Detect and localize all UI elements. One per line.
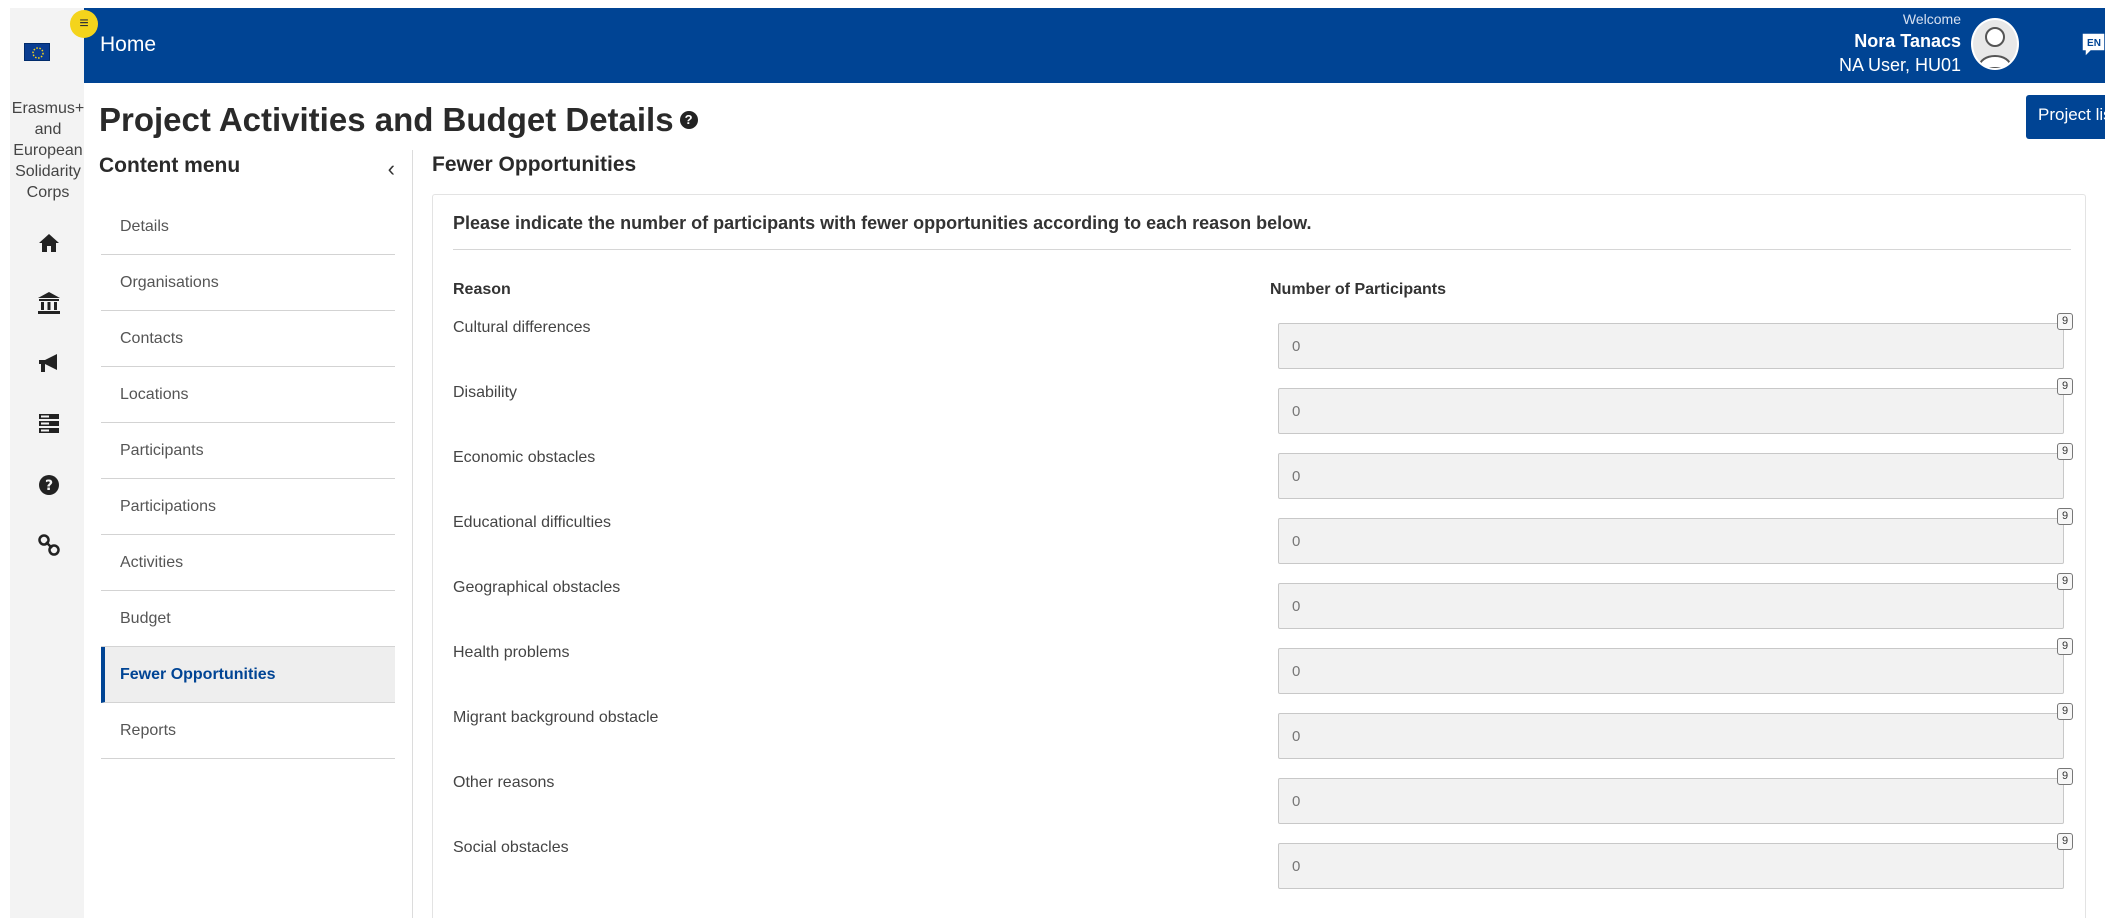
svg-text:?: ? [45,478,53,494]
reason-label: Economic obstacles [453,449,596,466]
field-badge: 9 [2057,703,2073,720]
link-icon[interactable] [34,530,64,560]
field-badge: 9 [2057,443,2073,460]
brand-line: Solidarity [15,163,81,180]
participants-input[interactable] [1278,778,2064,824]
field-badge: 9 [2057,768,2073,785]
brand-line: Erasmus+ [11,100,85,117]
reason-label: Migrant background obstacle [453,709,659,726]
participants-input[interactable] [1278,583,2064,629]
reason-label: Health problems [453,644,570,661]
reason-label: Cultural differences [453,319,591,336]
content-menu-item-reports[interactable]: Reports [101,703,395,759]
field-badge: 9 [2057,313,2073,330]
chevron-left-icon[interactable]: ‹ [388,156,395,182]
content-menu-divider [412,150,413,918]
reason-label: Educational difficulties [453,514,612,531]
section-title: Fewer Opportunities [432,153,637,176]
reason-label: Other reasons [453,774,555,791]
participants-input[interactable] [1278,648,2064,694]
rail-brand: Erasmus+ and European Solidarity Corps [10,98,86,203]
content-menu-item-details[interactable]: Details [101,199,395,255]
reason-row: Economic obstacles 9 [453,443,2073,514]
reason-label: Geographical obstacles [453,579,621,596]
brand-line: European [13,142,83,159]
user-org: NA User, HU01 [1838,55,1961,75]
participants-input[interactable] [1278,843,2064,889]
top-bar: Home Welcome Nora Tanacs NA User, HU01 E… [84,8,2105,83]
content-menu-item-budget[interactable]: Budget [101,591,395,647]
home-link[interactable]: Home [100,33,156,57]
language-bubble-icon: EN [2081,32,2105,59]
reason-row: Educational difficulties 9 [453,508,2073,579]
language-code: EN [2087,38,2101,49]
field-badge: 9 [2057,508,2073,525]
content-menu-item-participations[interactable]: Participations [101,479,395,535]
participants-input[interactable] [1278,323,2064,369]
field-badge: 9 [2057,573,2073,590]
welcome-text: Welcome [1902,11,1961,27]
database-icon[interactable] [34,409,64,439]
divider [453,249,2071,250]
hamburger-icon: ≡ [79,15,89,32]
content-menu-item-fewer-opportunities[interactable]: Fewer Opportunities [101,647,395,703]
brand-line: and [34,121,62,138]
help-icon[interactable]: ? [34,470,64,500]
content-menu-item-activities[interactable]: Activities [101,535,395,591]
menu-toggle-button[interactable]: ≡ [70,10,98,38]
user-name[interactable]: Nora Tanacs [1854,31,1961,52]
project-list-button[interactable]: Project list [2026,95,2105,139]
reason-row: Other reasons 9 [453,768,2073,839]
content-menu-title: Content menu [99,154,241,177]
content-menu-item-contacts[interactable]: Contacts [101,311,395,367]
megaphone-icon[interactable] [34,348,64,378]
question-circle-icon[interactable]: ? [679,111,698,129]
eu-flag-icon [24,43,50,61]
reason-row: Geographical obstacles 9 [453,573,2073,644]
field-badge: 9 [2057,833,2073,850]
field-badge: 9 [2057,638,2073,655]
user-avatar-icon [1977,27,2013,68]
content-menu-list: Details Organisations Contacts Locations… [101,199,395,759]
column-header-number: Number of Participants [1270,281,1447,298]
content-menu-item-participants[interactable]: Participants [101,423,395,479]
participants-input[interactable] [1278,453,2064,499]
institution-icon[interactable] [34,288,64,318]
participants-input[interactable] [1278,713,2064,759]
card-intro: Please indicate the number of participan… [453,213,1312,233]
left-rail: Erasmus+ and European Solidarity Corps ? [10,8,84,918]
avatar[interactable] [1971,18,2019,70]
content-menu-header: Content menu ‹ [99,154,395,184]
fewer-opportunities-card: Please indicate the number of participan… [432,194,2086,918]
reason-row: Migrant background obstacle 9 [453,703,2073,774]
reason-row: Disability 9 [453,378,2073,449]
column-header-reason: Reason [453,281,511,298]
field-badge: 9 [2057,378,2073,395]
brand-line: Corps [26,184,70,201]
reason-row: Social obstacles 9 [453,833,2073,904]
home-icon[interactable] [34,228,64,258]
content-menu-item-locations[interactable]: Locations [101,367,395,423]
reason-label: Disability [453,384,518,401]
language-selector[interactable]: EN [2079,30,2105,60]
reason-row: Health problems 9 [453,638,2073,709]
participants-input[interactable] [1278,388,2064,434]
participants-input[interactable] [1278,518,2064,564]
reason-label: Social obstacles [453,839,569,856]
reason-row: Cultural differences 9 [453,313,2073,384]
content-menu-item-organisations[interactable]: Organisations [101,255,395,311]
page-title-text: Project Activities and Budget Details [99,101,674,138]
page-title: Project Activities and Budget Details ? [99,101,698,139]
